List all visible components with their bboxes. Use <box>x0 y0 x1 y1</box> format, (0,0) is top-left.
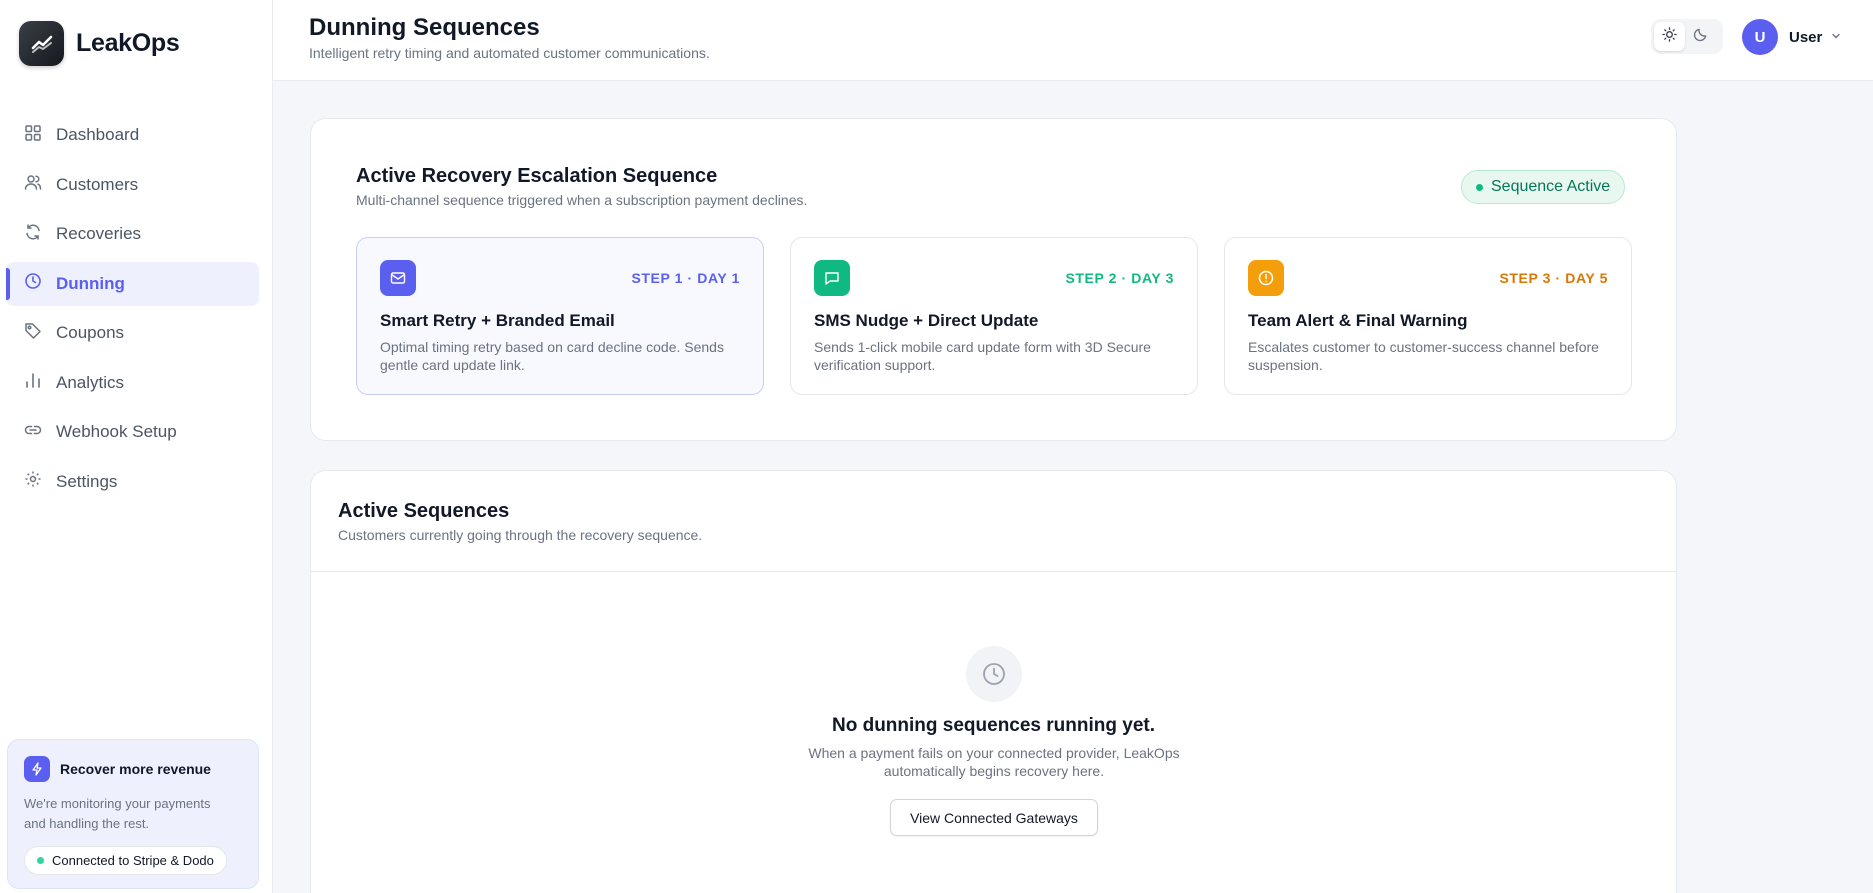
sidebar-item-label: Customers <box>56 174 139 194</box>
light-mode-button[interactable] <box>1654 22 1685 51</box>
top-header: Dunning Sequences Intelligent retry timi… <box>273 0 1873 81</box>
view-connected-gateways-button[interactable]: View Connected Gateways <box>890 799 1098 836</box>
sidebar-item-label: Coupons <box>56 323 125 342</box>
page-title: Dunning Sequences <box>309 14 540 41</box>
step-title: Smart Retry + Branded Email <box>380 311 615 330</box>
sidebar-item-label: Dunning <box>56 273 125 293</box>
gear-icon <box>24 470 42 493</box>
step-tag: STEP 2 · DAY 3 <box>1065 270 1174 286</box>
sidebar: LeakOps Dashboard Customers Recoveries D… <box>0 0 273 893</box>
sidebar-item-label: Webhook Setup <box>56 422 177 441</box>
theme-toggle <box>1651 19 1723 54</box>
sidebar-item-dashboard[interactable]: Dashboard <box>6 113 259 157</box>
step-tag: STEP 1 · DAY 1 <box>631 270 740 286</box>
step-description: Optimal timing retry based on card decli… <box>380 339 724 373</box>
step-card-3[interactable]: STEP 3 · DAY 5 Team Alert & Final Warnin… <box>1224 237 1632 395</box>
sidebar-item-label: Dashboard <box>56 125 140 144</box>
active-sequences-subtitle: Customers currently going through the re… <box>338 527 703 543</box>
connection-status-badge: Connected to Stripe & Dodo <box>24 846 227 875</box>
step-tag: STEP 3 · DAY 5 <box>1499 270 1608 286</box>
dark-mode-button[interactable] <box>1685 22 1716 51</box>
sequence-title: Active Recovery Escalation Sequence <box>356 165 718 187</box>
chevron-down-icon <box>1831 28 1841 46</box>
page-subtitle: Intelligent retry timing and automated c… <box>309 45 710 61</box>
promo-card: Recover more revenue We're monitoring yo… <box>7 739 259 889</box>
sidebar-nav: Dashboard Customers Recoveries Dunning C… <box>6 113 259 509</box>
promo-text: We're monitoring your payments and handl… <box>24 796 211 831</box>
sidebar-item-webhook-setup[interactable]: Webhook Setup <box>6 410 259 454</box>
sun-icon <box>1662 26 1677 47</box>
user-name: User <box>1789 28 1823 46</box>
clock-icon <box>24 272 42 295</box>
status-badge: Sequence Active <box>1461 170 1626 204</box>
moon-icon <box>1693 27 1708 47</box>
link-icon <box>24 421 42 444</box>
step-description: Escalates customer to customer-success c… <box>1248 339 1599 373</box>
users-icon <box>24 173 42 196</box>
brand-name: LeakOps <box>76 29 180 57</box>
tag-icon <box>24 322 42 345</box>
sequence-subtitle: Multi-channel sequence triggered when a … <box>356 192 808 208</box>
refresh-icon <box>24 223 42 246</box>
mail-icon <box>380 260 416 296</box>
lightning-icon <box>24 756 50 782</box>
grid-icon <box>24 124 42 147</box>
user-menu[interactable]: U User <box>1742 19 1841 55</box>
sidebar-item-coupons[interactable]: Coupons <box>6 311 259 355</box>
sidebar-item-label: Recoveries <box>56 224 142 243</box>
bar-chart-icon <box>24 371 42 394</box>
step-description: Sends 1-click mobile card update form wi… <box>814 339 1151 373</box>
step-card-1[interactable]: STEP 1 · DAY 1 Smart Retry + Branded Ema… <box>356 237 764 395</box>
sidebar-item-analytics[interactable]: Analytics <box>6 361 259 405</box>
empty-state-text: When a payment fails on your connected p… <box>808 745 1180 779</box>
status-dot-icon <box>1476 183 1483 191</box>
empty-state-title: No dunning sequences running yet. <box>831 715 1156 736</box>
step-title: Team Alert & Final Warning <box>1248 311 1468 330</box>
message-icon <box>814 260 850 296</box>
status-label: Sequence Active <box>1491 178 1611 195</box>
status-dot-icon <box>37 857 44 864</box>
connection-status-label: Connected to Stripe & Dodo <box>52 853 214 868</box>
step-title: SMS Nudge + Direct Update <box>814 311 1039 330</box>
sidebar-item-settings[interactable]: Settings <box>6 460 259 504</box>
alert-icon <box>1248 260 1284 296</box>
escalation-sequence-card: Active Recovery Escalation Sequence Mult… <box>310 118 1677 441</box>
brand-logo-icon <box>19 21 64 66</box>
active-sequences-title: Active Sequences <box>338 500 510 522</box>
clock-icon <box>966 646 1022 702</box>
sidebar-item-recoveries[interactable]: Recoveries <box>6 212 259 256</box>
avatar: U <box>1742 19 1778 55</box>
active-sequences-card: Active Sequences Customers currently goi… <box>310 470 1677 893</box>
step-card-2[interactable]: STEP 2 · DAY 3 SMS Nudge + Direct Update… <box>790 237 1198 395</box>
sidebar-item-dunning[interactable]: Dunning <box>6 261 259 306</box>
sidebar-item-customers[interactable]: Customers <box>6 163 259 207</box>
promo-title: Recover more revenue <box>60 761 211 777</box>
sidebar-item-label: Analytics <box>56 372 125 392</box>
brand[interactable]: LeakOps <box>19 21 180 66</box>
sidebar-item-label: Settings <box>56 471 118 491</box>
